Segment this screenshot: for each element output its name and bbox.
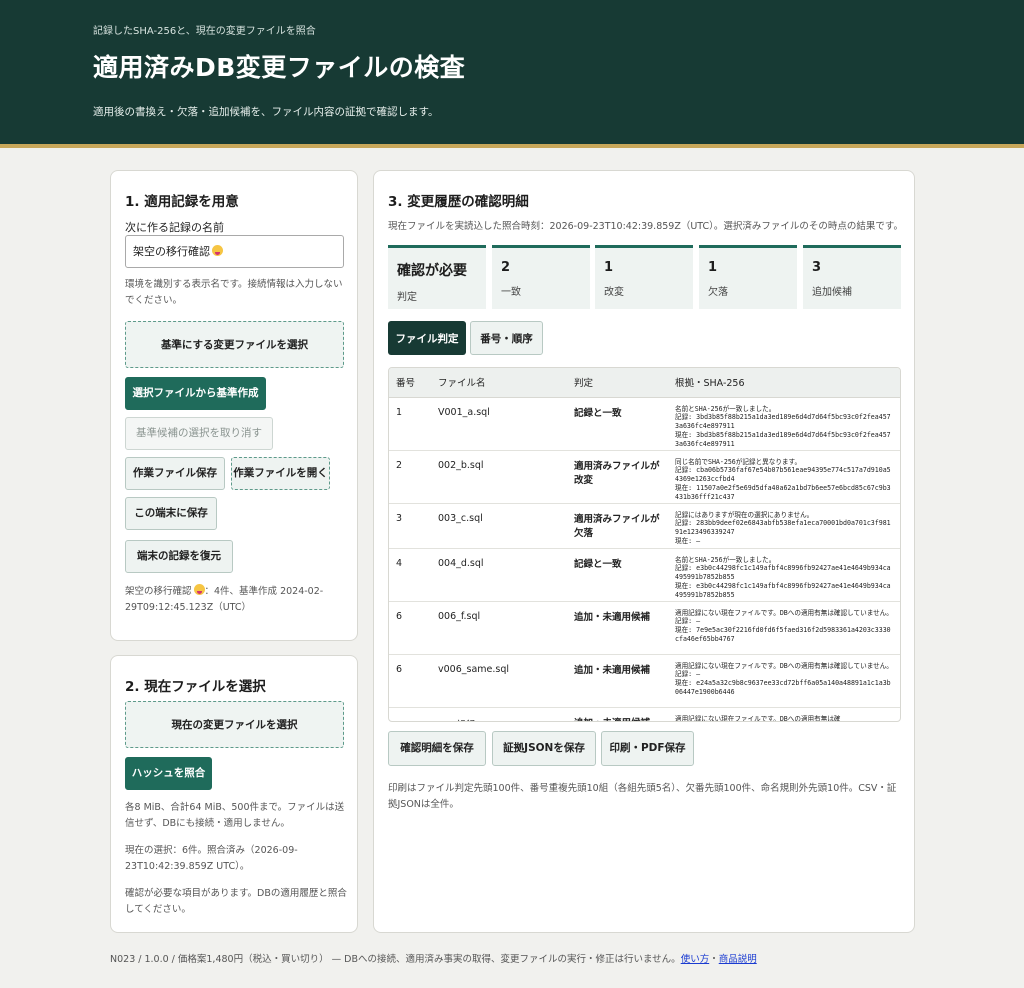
stat-missing-label: 欠落 <box>708 287 728 298</box>
page-title: 適用済みDB変更ファイルの検査 <box>93 53 466 82</box>
row-verdict: 適用済みファイルが改変 <box>567 450 668 504</box>
stat-modified-label: 改変 <box>604 287 624 298</box>
row-verdict: 記録と一致 <box>567 397 668 451</box>
row-number: — <box>389 707 431 721</box>
table-row: 3 003_c.sql 適用済みファイルが欠落 記録にはありますが現在の選択にあ… <box>389 503 900 549</box>
verify-hash-button[interactable]: ハッシュを照合 <box>125 757 212 790</box>
column-header-evidence: 根拠・SHA-256 <box>668 368 900 398</box>
table-header-row: 番号 ファイル名 判定 根拠・SHA-256 <box>389 368 900 398</box>
table-row: 2 002_b.sql 適用済みファイルが改変 同じ名前でSHA-256が記録と… <box>389 450 900 504</box>
row-filename: 002_b.sql <box>431 450 567 504</box>
record-name-input[interactable]: 架空の移行確認 <box>125 235 344 268</box>
step1-card: 1. 適用記録を用意 次に作る記録の名前 架空の移行確認 環境を識別する表示名で… <box>110 170 358 641</box>
row-verdict: 追加・未適用候補 <box>567 707 668 721</box>
tab-number-order[interactable]: 番号・順序 <box>470 321 543 355</box>
page-footer: N023 / 1.0.0 / 価格案1,480円（税込・買い切り） — DBへの… <box>110 951 757 965</box>
row-evidence: 適用記録にない現在ファイルです。DBへの適用有無は確 <box>668 707 900 721</box>
verification-warning: 確認が必要な項目があります。DBの適用履歴と照合してください。 <box>125 888 347 915</box>
table-row: 1 V001_a.sql 記録と一致 名前とSHA-256が一致しました。 記録… <box>389 397 900 451</box>
stat-modified-value: 1 <box>604 260 614 275</box>
header-subtitle: 適用後の書換え・欠落・追加候補を、ファイル内容の証拠で確認します。 <box>93 106 439 118</box>
table-row: 6 006_f.sql 追加・未適用候補 適用記録にない現在ファイルです。DBへ… <box>389 601 900 655</box>
row-filename: v006_same.sql <box>431 654 567 708</box>
header-eyebrow: 記録したSHA-256と、現在の変更ファイルを照合 <box>93 26 316 37</box>
step2-title: 2. 現在ファイルを選択 <box>125 679 266 695</box>
summary-stats: 確認が必要 判定 2 一致 1 改変 1 欠落 3 追加候補 <box>388 245 901 309</box>
row-evidence: 記録にはありますが現在の選択にありません。 記録: 283bb9deef02e6… <box>668 503 900 549</box>
stat-added: 3 追加候補 <box>803 245 901 309</box>
stat-verdict-label: 判定 <box>397 292 417 303</box>
row-filename: 004_d.sql <box>431 548 567 602</box>
row-filename: 006_f.sql <box>431 601 567 655</box>
restore-local-button[interactable]: 端末の記録を復元 <box>125 540 233 573</box>
step3-card: 3. 変更履歴の確認明細 現在ファイルを実読込した照合時刻：2026-09-23… <box>373 170 915 933</box>
row-evidence: 同じ名前でSHA-256が記録と異なります。 記録: cba06b5736faf… <box>668 450 900 504</box>
row-number: 4 <box>389 548 431 602</box>
grinning-emoji-icon <box>193 584 205 595</box>
row-filename: V001_a.sql <box>431 397 567 451</box>
check-timestamp-note: 現在ファイルを実読込した照合時刻：2026-09-23T10:42:39.859… <box>388 221 903 232</box>
row-evidence: 名前とSHA-256が一致しました。 記録: e3b0c44298fc1c149… <box>668 548 900 602</box>
row-verdict: 追加・未適用候補 <box>567 601 668 655</box>
product-link[interactable]: 商品説明 <box>719 954 757 965</box>
cancel-candidates-button[interactable]: 基準候補の選択を取り消す <box>125 417 273 450</box>
row-number: 1 <box>389 397 431 451</box>
stat-match: 2 一致 <box>492 245 590 309</box>
tab-file-verdict[interactable]: ファイル判定 <box>388 321 466 355</box>
step2-card: 2. 現在ファイルを選択 現在の変更ファイルを選択 ハッシュを照合 各8 MiB… <box>110 655 358 933</box>
row-number: 3 <box>389 503 431 549</box>
table-row: 6 v006_same.sql 追加・未適用候補 適用記録にない現在ファイルです… <box>389 654 900 708</box>
row-evidence: 適用記録にない現在ファイルです。DBへの適用有無は確認していません。 記録: —… <box>668 654 900 708</box>
usage-link[interactable]: 使い方 <box>681 954 710 965</box>
record-name-value: 架空の移行確認 <box>133 245 210 258</box>
table-row: — " = 記録.txt 追加・未適用候補 適用記録にない現在ファイルです。DB… <box>389 707 900 721</box>
step1-title: 1. 適用記録を用意 <box>125 194 239 210</box>
stat-verdict: 確認が必要 判定 <box>388 245 486 309</box>
stat-missing-value: 1 <box>708 260 718 275</box>
row-evidence: 適用記録にない現在ファイルです。DBへの適用有無は確認していません。 記録: —… <box>668 601 900 655</box>
row-filename: " = 記録.txt <box>431 707 567 721</box>
row-verdict: 記録と一致 <box>567 548 668 602</box>
selection-status: 現在の選択：6件。照合済み（2026-09-23T10:42:39.859Z U… <box>125 845 298 872</box>
row-evidence: 名前とSHA-256が一致しました。 記録: 3bd3b85f88b215a1d… <box>668 397 900 451</box>
record-name-hint: 環境を識別する表示名です。接続情報は入力しないでください。 <box>125 279 343 306</box>
step3-title: 3. 変更履歴の確認明細 <box>388 194 529 210</box>
record-status-name: 架空の移行確認 <box>125 586 192 597</box>
stat-added-value: 3 <box>812 260 822 275</box>
row-number: 2 <box>389 450 431 504</box>
record-name-label: 次に作る記録の名前 <box>125 221 224 234</box>
footer-link-separator: ・ <box>709 954 719 965</box>
stat-verdict-value: 確認が必要 <box>397 263 467 279</box>
stat-added-label: 追加候補 <box>812 287 852 298</box>
stat-match-label: 一致 <box>501 287 521 298</box>
row-number: 6 <box>389 654 431 708</box>
save-details-button[interactable]: 確認明細を保存 <box>388 731 486 766</box>
record-status: 架空の移行確認 ：4件、基準作成 2024-02-29T09:12:45.123Z… <box>125 584 347 615</box>
table-row: 4 004_d.sql 記録と一致 名前とSHA-256が一致しました。 記録:… <box>389 548 900 602</box>
select-base-files-dropzone[interactable]: 基準にする変更ファイルを選択 <box>125 321 344 368</box>
stat-match-value: 2 <box>501 260 511 275</box>
file-limits-note: 各8 MiB、合計64 MiB、500件まで。ファイルは送信せず、DBにも接続・… <box>125 802 345 829</box>
row-filename: 003_c.sql <box>431 503 567 549</box>
grinning-emoji-icon <box>212 245 223 256</box>
stat-modified: 1 改変 <box>595 245 693 309</box>
open-work-file-button[interactable]: 作業ファイルを開く <box>231 457 330 490</box>
column-header-number: 番号 <box>389 368 431 398</box>
print-scope-note: 印刷はファイル判定先頭100件、番号重複先頭10組（各組先頭5名）、欠番先頭10… <box>388 783 897 810</box>
footer-text: N023 / 1.0.0 / 価格案1,480円（税込・買い切り） — DBへの… <box>110 954 681 965</box>
column-header-verdict: 判定 <box>567 368 668 398</box>
row-verdict: 追加・未適用候補 <box>567 654 668 708</box>
row-verdict: 適用済みファイルが欠落 <box>567 503 668 549</box>
stat-missing: 1 欠落 <box>699 245 797 309</box>
page-header: 記録したSHA-256と、現在の変更ファイルを照合 適用済みDB変更ファイルの検… <box>0 0 1024 148</box>
select-current-files-dropzone[interactable]: 現在の変更ファイルを選択 <box>125 701 344 748</box>
create-from-selection-button[interactable]: 選択ファイルから基準作成 <box>125 377 266 410</box>
row-number: 6 <box>389 601 431 655</box>
verification-table: 番号 ファイル名 判定 根拠・SHA-256 1 V001_a.sql 記録と一… <box>388 367 901 722</box>
print-pdf-button[interactable]: 印刷・PDF保存 <box>601 731 694 766</box>
column-header-filename: ファイル名 <box>431 368 567 398</box>
save-work-file-button[interactable]: 作業ファイル保存 <box>125 457 225 490</box>
save-local-button[interactable]: この端末に保存 <box>125 497 217 530</box>
save-json-button[interactable]: 証拠JSONを保存 <box>492 731 596 766</box>
